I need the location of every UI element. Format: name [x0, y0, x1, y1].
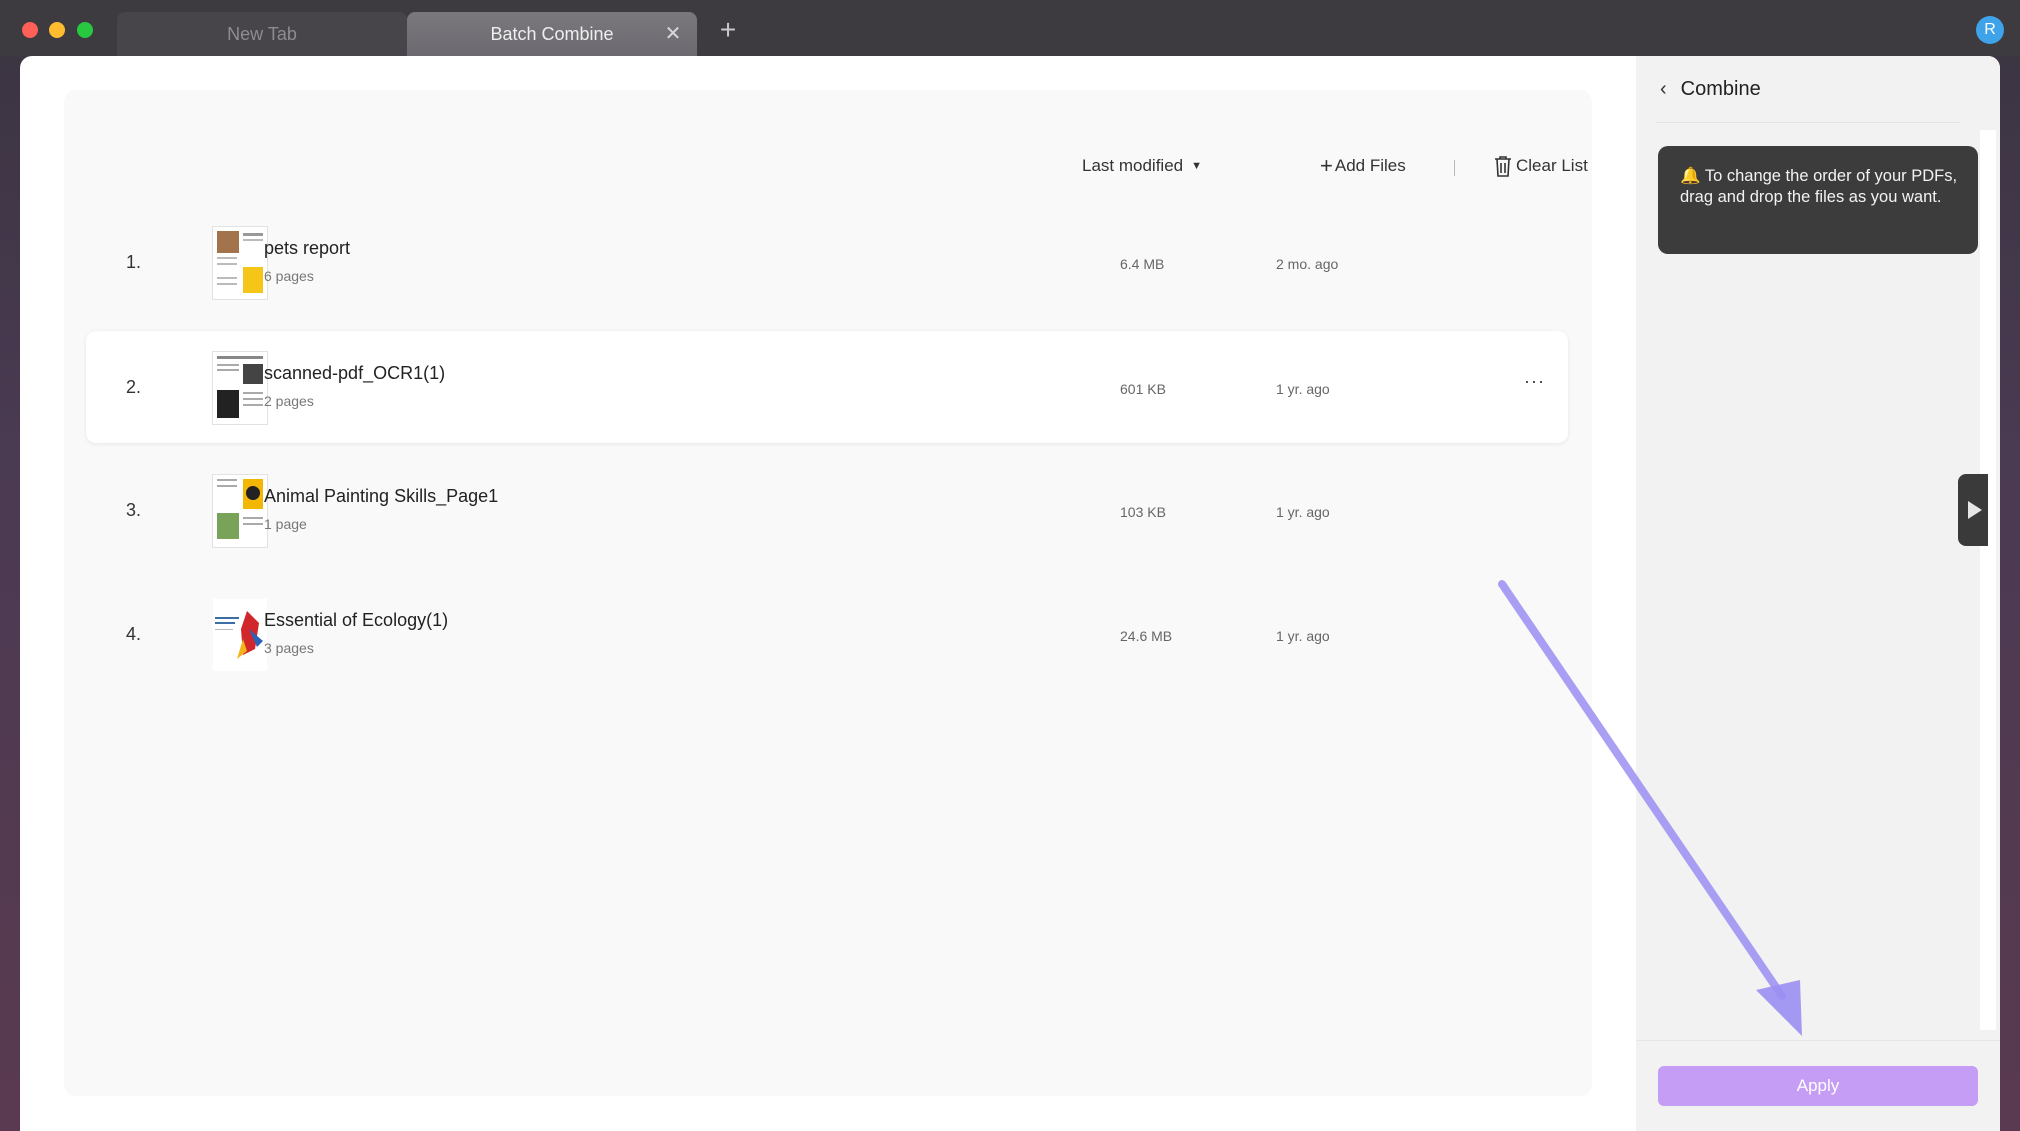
file-name: pets report: [264, 238, 351, 258]
file-thumbnail: [212, 474, 268, 548]
divider: [1656, 122, 1960, 123]
combine-side-panel: ‹ Combine 🔔 To change the order of your …: [1636, 56, 2000, 1131]
tab-new-tab[interactable]: New Tab: [117, 12, 407, 56]
close-tab-icon[interactable]: ✕: [663, 24, 683, 44]
row-index: 4.: [126, 624, 142, 644]
file-size: 103 KB: [1120, 504, 1166, 520]
apply-button[interactable]: Apply: [1658, 1066, 1978, 1106]
maximize-window-button[interactable]: [77, 22, 93, 38]
user-avatar[interactable]: R: [1976, 16, 2004, 44]
file-row[interactable]: 4. Essential of Ecology(1) 3 pages 24.6 …: [86, 578, 1568, 690]
play-arrow-icon: [1968, 501, 1982, 519]
file-size: 6.4 MB: [1120, 256, 1165, 272]
chevron-left-icon[interactable]: ‹: [1660, 78, 1667, 101]
file-thumbnail: [212, 226, 268, 300]
file-row[interactable]: 1. pets report 6 pages 6.4 MB 2 mo. ago: [86, 206, 1568, 318]
file-name: scanned-pdf_OCR1(1): [264, 363, 446, 383]
file-row[interactable]: 3. Animal Painting Skills_Page1 1 page 1…: [86, 454, 1568, 566]
tab-batch-combine[interactable]: Batch Combine ✕: [407, 12, 697, 56]
collapse-panel-handle[interactable]: [1958, 474, 1988, 546]
modified-date: 1 yr. ago: [1276, 504, 1330, 520]
file-thumbnail: [212, 598, 268, 672]
modified-date: 1 yr. ago: [1276, 381, 1330, 397]
sort-label: Last modified: [1082, 156, 1184, 175]
file-thumbnail: [212, 351, 268, 425]
side-panel-title: Combine: [1680, 78, 1761, 100]
divider: [1636, 1040, 2000, 1041]
row-index: 3.: [126, 500, 142, 520]
app-window: Last modified ▼ + Add Files Clear List 1…: [20, 56, 2000, 1131]
clear-list-button[interactable]: Clear List: [1492, 154, 1588, 178]
tab-label: New Tab: [227, 23, 297, 44]
new-tab-button[interactable]: +: [716, 16, 740, 44]
file-name: Essential of Ecology(1): [264, 610, 449, 630]
page-count: 3 pages: [264, 640, 314, 656]
more-options-icon[interactable]: ···: [1524, 371, 1545, 392]
toolbar-divider: [1454, 160, 1455, 176]
file-size: 601 KB: [1120, 381, 1166, 397]
page-count: 1 page: [264, 516, 307, 532]
modified-date: 1 yr. ago: [1276, 628, 1330, 644]
sort-dropdown[interactable]: Last modified ▼: [1082, 156, 1202, 176]
row-index: 1.: [126, 252, 142, 272]
side-panel-header: ‹ Combine: [1660, 78, 1761, 101]
title-bar: New Tab Batch Combine ✕ + R: [0, 0, 2020, 56]
clear-list-label: Clear List: [1516, 156, 1588, 175]
file-name: Animal Painting Skills_Page1: [264, 486, 499, 506]
file-size: 24.6 MB: [1120, 628, 1173, 644]
trash-icon: [1495, 156, 1511, 177]
add-files-button[interactable]: + Add Files: [1320, 153, 1406, 178]
add-files-label: Add Files: [1334, 156, 1406, 175]
reorder-tip: 🔔 To change the order of your PDFs, drag…: [1658, 146, 1978, 254]
close-window-button[interactable]: [22, 22, 38, 38]
caret-down-icon: ▼: [1191, 160, 1203, 172]
row-index: 2.: [126, 377, 142, 397]
modified-date: 2 mo. ago: [1276, 256, 1339, 272]
plus-icon: +: [1320, 153, 1333, 178]
page-count: 6 pages: [264, 268, 314, 284]
minimize-window-button[interactable]: [49, 22, 65, 38]
tab-label: Batch Combine: [490, 23, 614, 44]
page-count: 2 pages: [264, 393, 314, 409]
side-panel-scrollbar[interactable]: [1980, 130, 1996, 1030]
file-row[interactable]: 2. scanned-pdf_OCR1(1) 2 pages 601 KB 1 …: [86, 331, 1568, 443]
